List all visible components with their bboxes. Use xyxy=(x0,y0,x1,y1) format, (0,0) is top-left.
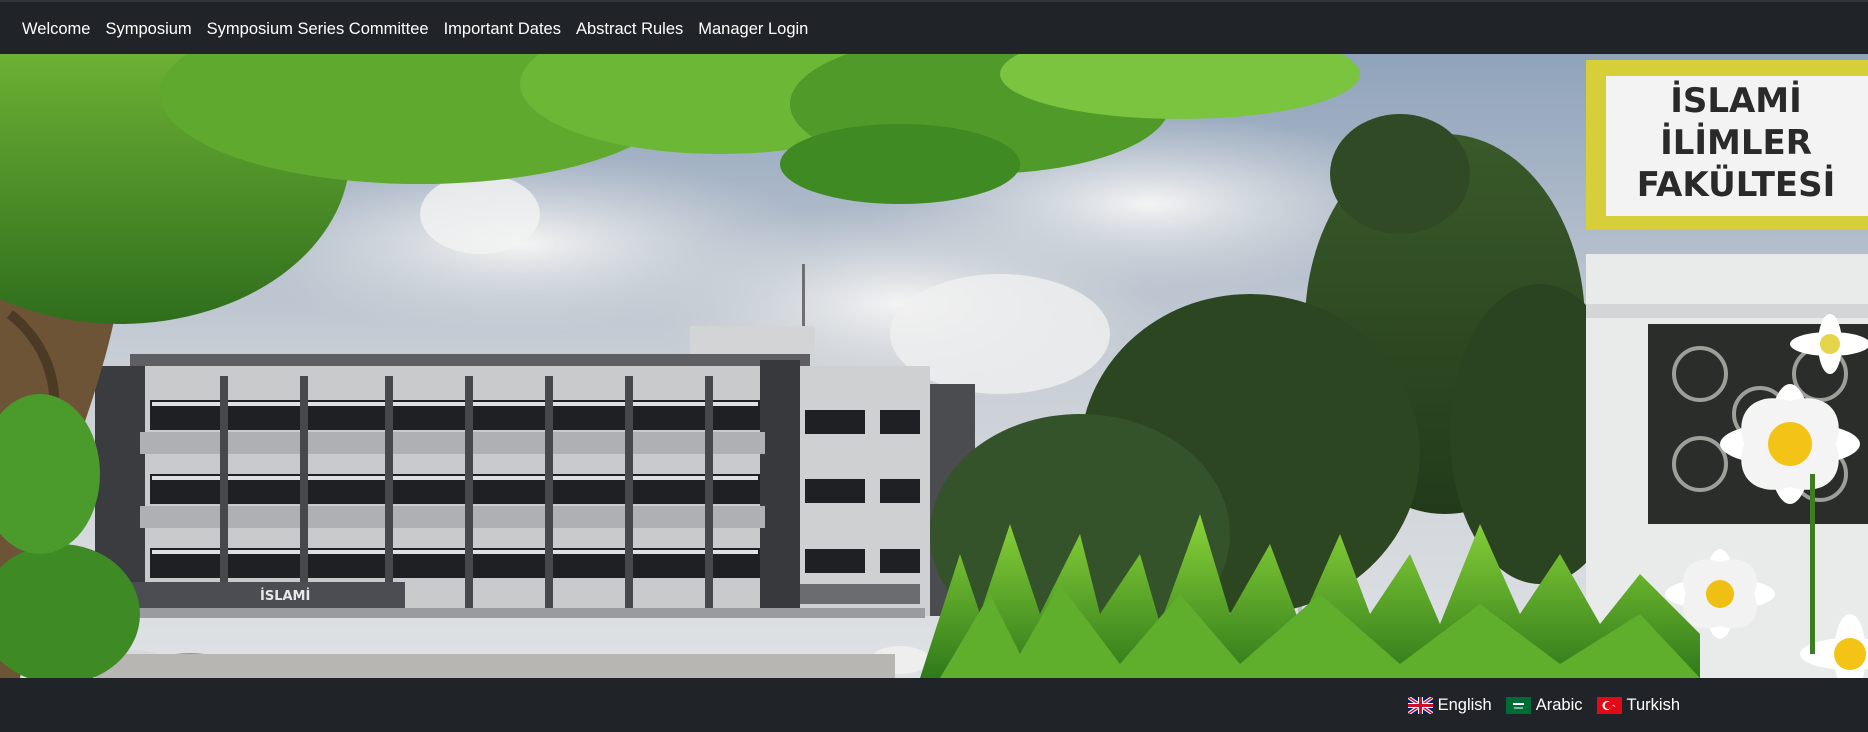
language-turkish[interactable]: Turkish xyxy=(1596,695,1680,715)
sign-line-3: FAKÜLTESİ xyxy=(1637,164,1836,205)
nav-symposium-series-committee[interactable]: Symposium Series Committee xyxy=(207,20,429,39)
nav-welcome[interactable]: Welcome xyxy=(22,20,90,39)
sign-line-1: İSLAMİ xyxy=(1670,80,1802,121)
language-bar: English Arabic Turkish xyxy=(0,678,1868,732)
nav-abstract-rules[interactable]: Abstract Rules xyxy=(576,20,683,39)
language-switcher: English Arabic Turkish xyxy=(1394,678,1680,732)
uk-flag-icon xyxy=(1407,696,1433,714)
sign-line-2: İLİMLER xyxy=(1660,122,1812,163)
hero-banner-image: İSLAMİ İSLAMİ İLİMLER FAKÜLTESİ xyxy=(0,54,1868,678)
nav-important-dates[interactable]: Important Dates xyxy=(444,20,561,39)
language-turkish-label: Turkish xyxy=(1626,695,1680,714)
nav-symposium[interactable]: Symposium xyxy=(105,20,191,39)
language-english-label: English xyxy=(1437,695,1492,714)
language-arabic[interactable]: Arabic xyxy=(1505,695,1583,715)
main-nav: Welcome Symposium Symposium Series Commi… xyxy=(0,2,1868,56)
building-sign-text: İSLAMİ xyxy=(260,588,310,604)
language-arabic-label: Arabic xyxy=(1535,695,1583,714)
nav-manager-login[interactable]: Manager Login xyxy=(698,20,808,39)
language-english[interactable]: English xyxy=(1407,695,1492,715)
hero-banner: İSLAMİ İSLAMİ İLİMLER FAKÜLTESİ xyxy=(0,54,1868,678)
saudi-flag-icon xyxy=(1505,696,1531,714)
turkey-flag-icon xyxy=(1596,696,1622,714)
top-navigation-bar: Welcome Symposium Symposium Series Commi… xyxy=(0,0,1868,54)
